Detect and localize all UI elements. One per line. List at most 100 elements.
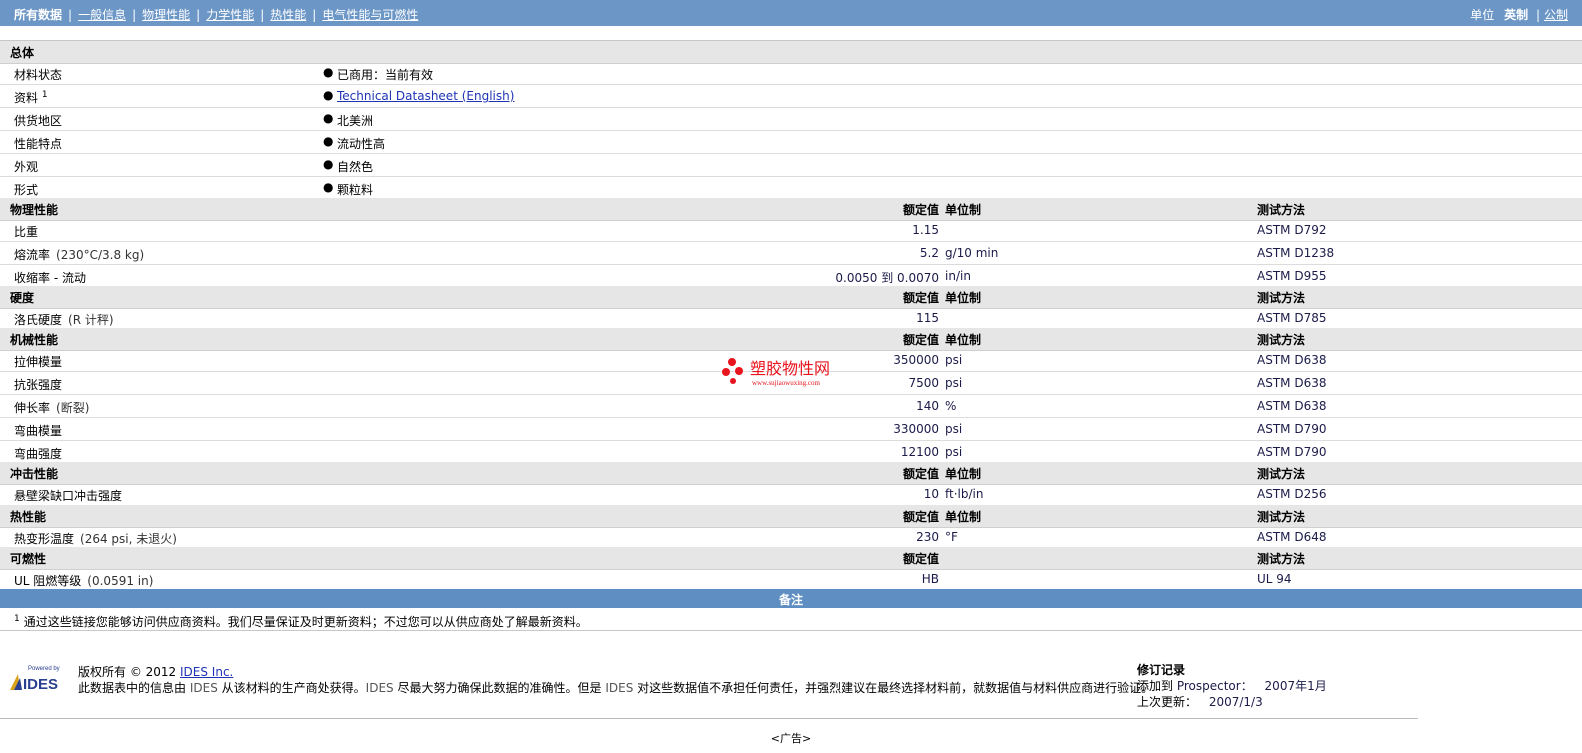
section-header-thermal: 热性能 额定值 单位制 测试方法: [0, 505, 1582, 528]
column-method: 测试方法: [1257, 291, 1306, 305]
notes-header: 备注: [0, 589, 1582, 608]
property-label: 供货地区: [14, 114, 63, 128]
section-nav: 所有数据 | 一般信息 | 物理性能 | 力学性能 | 热性能 | 电气性能与可燃性: [14, 8, 419, 22]
section-title: 冲击性能: [10, 467, 59, 481]
property-condition: (0.0591 in): [87, 574, 154, 588]
ides-logo: Powered by IDES: [10, 666, 60, 692]
footnote-number: 1: [14, 614, 20, 624]
bullet-icon: ●: [323, 134, 334, 148]
property-label: 弯曲模量: [14, 424, 63, 438]
property-label: 悬壁梁缺口冲击强度: [14, 489, 123, 503]
ides-name: IDES: [605, 681, 634, 695]
ides-name: IDES: [189, 681, 218, 695]
column-unit: 单位制: [945, 203, 982, 217]
table-row: 洛氏硬度 (R 计秤) 115 ASTM D785: [0, 307, 1582, 330]
unit-value: g/10 min: [945, 246, 999, 260]
ad-placeholder: <广告>: [770, 732, 812, 745]
table-row: 形式 ● 颗粒料: [0, 177, 1582, 200]
nominal-value: 350000: [893, 353, 939, 367]
test-method: ASTM D638: [1257, 353, 1327, 367]
table-row: 弯曲强度 12100 psi ASTM D790: [0, 441, 1582, 464]
property-label: 性能特点: [14, 137, 63, 151]
bullet-icon: ●: [323, 65, 334, 79]
property-value: 流动性高: [337, 137, 386, 151]
nominal-value: 10: [923, 487, 939, 501]
property-label: 收缩率 - 流动: [14, 271, 86, 285]
section-title: 物理性能: [10, 203, 59, 217]
unit-value: °F: [945, 530, 958, 544]
section-title: 热性能: [10, 510, 47, 524]
revision-title: 修订记录: [1137, 663, 1186, 677]
property-label: 热变形温度: [14, 532, 75, 546]
nominal-value: 0.0050 到 0.0070: [835, 271, 939, 285]
table-row: 伸长率 (断裂) 140 % ASTM D638: [0, 395, 1582, 418]
property-value: 自然色: [337, 160, 374, 174]
nav-general-info[interactable]: 一般信息: [78, 8, 126, 22]
logo-powered-by: Powered by: [28, 666, 60, 672]
column-method: 测试方法: [1257, 552, 1306, 566]
property-condition: (264 psi, 未退火): [80, 532, 177, 546]
ides-name: IDES: [365, 681, 394, 695]
property-value: 颗粒料: [337, 183, 374, 197]
section-header-flammability: 可燃性 额定值 测试方法: [0, 547, 1582, 570]
nav-electrical-flammability[interactable]: 电气性能与可燃性: [322, 8, 418, 22]
top-nav-bar: 所有数据 | 一般信息 | 物理性能 | 力学性能 | 热性能 | 电气性能与可燃性 单位 英制 |…: [0, 0, 1582, 26]
bullet-icon: ●: [323, 111, 334, 125]
divider: [0, 718, 1418, 719]
nominal-value: 12100: [900, 445, 939, 459]
column-nominal: 额定值: [902, 203, 939, 217]
column-unit: 单位制: [945, 467, 982, 481]
test-method: ASTM D792: [1257, 223, 1327, 237]
disclaimer-part: 对这些数据值不承担任何责任，并强烈建议在最终选择材料前，就数据值与材料供应商进行…: [637, 681, 1154, 695]
table-row: 熔流率 (230°C/3.8 kg) 5.2 g/10 min ASTM D123…: [0, 242, 1582, 265]
column-method: 测试方法: [1257, 333, 1306, 347]
section-header-mechanical: 机械性能 额定值 单位制 测试方法: [0, 328, 1582, 351]
datasheet-link[interactable]: Technical Datasheet (English): [337, 89, 514, 103]
table-row: 性能特点 ● 流动性高: [0, 131, 1582, 154]
table-row: 供货地区 ● 北美洲: [0, 108, 1582, 131]
footnote-ref: 1: [41, 90, 48, 100]
unit-english: 英制: [1504, 8, 1529, 22]
disclaimer-part: 此数据表中的信息由: [78, 681, 187, 695]
unit-value: psi: [945, 445, 963, 459]
revision-history: 修订记录 添加到 Prospector： 2007年1月 上次更新： 2007/…: [1137, 662, 1327, 710]
column-unit: 单位制: [945, 291, 982, 305]
column-nominal: 额定值: [902, 467, 939, 481]
test-method: ASTM D790: [1257, 445, 1327, 459]
added-label: 添加到: [1137, 679, 1174, 693]
table-row: 热变形温度 (264 psi, 未退火) 230 °F ASTM D648: [0, 526, 1582, 549]
nav-all-data[interactable]: 所有数据: [14, 8, 62, 22]
section-title: 总体: [10, 46, 35, 60]
property-label: 外观: [14, 160, 39, 174]
nominal-value: 140: [916, 399, 939, 413]
column-unit: 单位制: [945, 510, 982, 524]
updated-label: 上次更新：: [1137, 695, 1198, 709]
table-row: 收缩率 - 流动 0.0050 到 0.0070 in/in ASTM D955: [0, 265, 1582, 288]
section-header-impact: 冲击性能 额定值 单位制 测试方法: [0, 462, 1582, 485]
footnote-text: 通过这些链接您能够访问供应商资料。我们尽量保证及时更新资料；不过您可以从供应商处…: [23, 615, 588, 629]
bullet-icon: ●: [323, 157, 334, 171]
footer-copyright: 版权所有 © 2012 IDES Inc. 此数据表中的信息由 IDES 从该材…: [78, 664, 1153, 696]
unit-value: %: [945, 399, 957, 413]
section-header-physical: 物理性能 额定值 单位制 测试方法: [0, 198, 1582, 221]
test-method: ASTM D648: [1257, 530, 1327, 544]
property-label: 形式: [14, 183, 39, 197]
column-nominal: 额定值: [902, 333, 939, 347]
property-label: 弯曲强度: [14, 447, 63, 461]
unit-value: psi: [945, 422, 963, 436]
column-method: 测试方法: [1257, 510, 1306, 524]
unit-metric-link[interactable]: 公制: [1544, 8, 1568, 22]
test-method: ASTM D790: [1257, 422, 1327, 436]
table-row: 悬壁梁缺口冲击强度 10 ft·lb/in ASTM D256: [0, 483, 1582, 506]
nav-physical[interactable]: 物理性能: [142, 8, 190, 22]
unit-value: psi: [945, 353, 963, 367]
column-method: 测试方法: [1257, 203, 1306, 217]
watermark-url: www.sujiaowuxing.com: [752, 379, 821, 387]
nav-thermal[interactable]: 热性能: [270, 8, 306, 22]
unit-value: in/in: [945, 269, 971, 283]
test-method: ASTM D785: [1257, 311, 1327, 325]
table-row: 外观 ● 自然色: [0, 154, 1582, 177]
nav-mechanical[interactable]: 力学性能: [206, 8, 254, 22]
test-method: UL 94: [1257, 572, 1292, 586]
company-link[interactable]: IDES Inc.: [180, 665, 233, 679]
